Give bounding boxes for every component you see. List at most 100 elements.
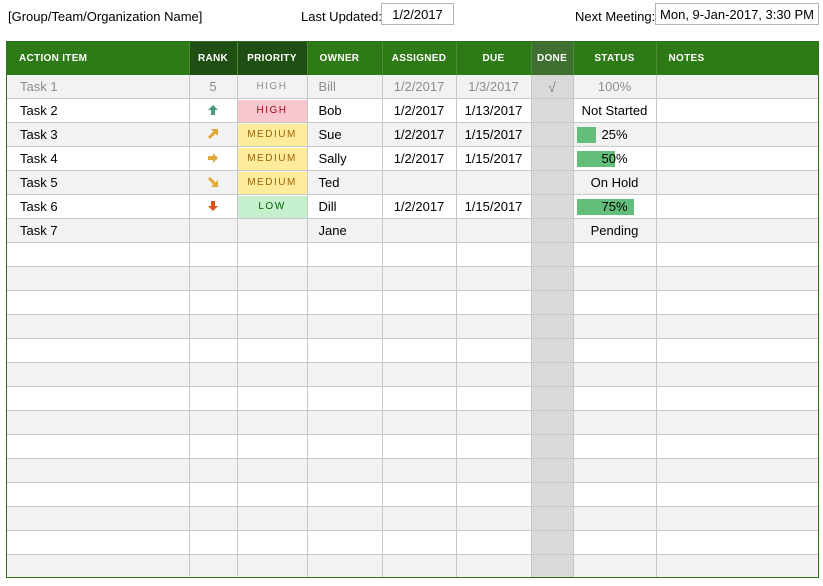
action-item-cell[interactable]	[7, 434, 190, 459]
due-cell[interactable]	[456, 314, 532, 339]
status-cell[interactable]: Not Started	[573, 98, 657, 123]
due-cell[interactable]: 1/15/2017	[456, 194, 532, 219]
rank-cell[interactable]: 5	[189, 75, 238, 99]
done-cell[interactable]: √	[531, 75, 574, 99]
status-cell[interactable]	[573, 554, 657, 577]
table-row[interactable]: Task 4 MEDIUM Sally 1/2/2017 1/15/2017 50%	[7, 146, 818, 171]
rank-cell[interactable]	[189, 362, 238, 387]
status-cell[interactable]	[573, 362, 657, 387]
priority-cell[interactable]	[237, 554, 308, 577]
action-item-cell[interactable]	[7, 338, 190, 363]
status-cell[interactable]	[573, 410, 657, 435]
assigned-cell[interactable]	[382, 458, 457, 483]
priority-cell[interactable]	[237, 338, 308, 363]
assigned-cell[interactable]	[382, 506, 457, 531]
priority-cell[interactable]	[237, 242, 308, 267]
table-row[interactable]: Task 5 MEDIUM Ted On Hold	[7, 170, 818, 195]
done-cell[interactable]	[531, 122, 574, 147]
table-row[interactable]	[7, 362, 818, 387]
action-item-cell[interactable]	[7, 314, 190, 339]
assigned-cell[interactable]	[382, 410, 457, 435]
notes-cell[interactable]	[656, 290, 818, 315]
last-updated-field[interactable]: 1/2/2017	[381, 3, 454, 25]
priority-cell[interactable]	[237, 386, 308, 411]
due-cell[interactable]: 1/13/2017	[456, 98, 532, 123]
col-due[interactable]: DUE	[456, 42, 532, 75]
assigned-cell[interactable]	[382, 290, 457, 315]
action-item-cell[interactable]	[7, 386, 190, 411]
rank-cell[interactable]	[189, 242, 238, 267]
rank-cell[interactable]	[189, 98, 238, 123]
rank-cell[interactable]	[189, 218, 238, 243]
priority-cell[interactable]: HIGH	[237, 98, 308, 123]
owner-cell[interactable]	[307, 290, 383, 315]
status-cell[interactable]	[573, 482, 657, 507]
rank-cell[interactable]	[189, 146, 238, 171]
status-cell[interactable]: 25%	[573, 122, 657, 147]
rank-cell[interactable]	[189, 434, 238, 459]
status-cell[interactable]: On Hold	[573, 170, 657, 195]
action-item-cell[interactable]	[7, 554, 190, 577]
priority-cell[interactable]	[237, 290, 308, 315]
table-row[interactable]	[7, 410, 818, 435]
col-rank[interactable]: RANK	[189, 42, 238, 75]
done-cell[interactable]	[531, 242, 574, 267]
owner-cell[interactable]	[307, 530, 383, 555]
status-cell[interactable]	[573, 290, 657, 315]
action-item-cell[interactable]: Task 7	[7, 218, 190, 243]
action-item-cell[interactable]: Task 3	[7, 122, 190, 147]
owner-cell[interactable]: Ted	[307, 170, 383, 195]
done-cell[interactable]	[531, 146, 574, 171]
notes-cell[interactable]	[656, 194, 818, 219]
assigned-cell[interactable]: 1/2/2017	[382, 122, 457, 147]
action-item-cell[interactable]	[7, 290, 190, 315]
notes-cell[interactable]	[656, 218, 818, 243]
done-cell[interactable]	[531, 314, 574, 339]
notes-cell[interactable]	[656, 242, 818, 267]
rank-cell[interactable]	[189, 458, 238, 483]
priority-cell[interactable]	[237, 434, 308, 459]
done-cell[interactable]	[531, 170, 574, 195]
table-row[interactable]: Task 7 Jane Pending	[7, 218, 818, 243]
due-cell[interactable]	[456, 482, 532, 507]
priority-cell[interactable]: MEDIUM	[237, 146, 308, 171]
action-item-cell[interactable]: Task 6	[7, 194, 190, 219]
notes-cell[interactable]	[656, 554, 818, 577]
due-cell[interactable]	[456, 266, 532, 291]
rank-cell[interactable]	[189, 482, 238, 507]
priority-cell[interactable]	[237, 218, 308, 243]
due-cell[interactable]	[456, 458, 532, 483]
status-cell[interactable]: 75%	[573, 194, 657, 219]
owner-cell[interactable]	[307, 386, 383, 411]
owner-cell[interactable]: Sally	[307, 146, 383, 171]
rank-cell[interactable]	[189, 266, 238, 291]
due-cell[interactable]	[456, 410, 532, 435]
assigned-cell[interactable]	[382, 314, 457, 339]
done-cell[interactable]	[531, 410, 574, 435]
done-cell[interactable]	[531, 458, 574, 483]
next-meeting-field[interactable]: Mon, 9-Jan-2017, 3:30 PM	[655, 3, 819, 25]
due-cell[interactable]	[456, 386, 532, 411]
col-notes[interactable]: NOTES	[656, 42, 818, 75]
col-action-item[interactable]: ACTION ITEM	[7, 42, 190, 75]
notes-cell[interactable]	[656, 410, 818, 435]
assigned-cell[interactable]	[382, 242, 457, 267]
table-row[interactable]: Task 1 5 HIGH Bill 1/2/2017 1/3/2017 √ 100%	[7, 75, 818, 99]
table-row[interactable]	[7, 242, 818, 267]
table-row[interactable]: Task 2 HIGH Bob 1/2/2017 1/13/2017 Not Starte…	[7, 98, 818, 123]
action-item-cell[interactable]: Task 2	[7, 98, 190, 123]
notes-cell[interactable]	[656, 146, 818, 171]
table-row[interactable]	[7, 482, 818, 507]
due-cell[interactable]	[456, 170, 532, 195]
table-row[interactable]	[7, 386, 818, 411]
assigned-cell[interactable]	[382, 170, 457, 195]
table-row[interactable]: Task 3 MEDIUM Sue 1/2/2017 1/15/2017 25%	[7, 122, 818, 147]
due-cell[interactable]	[456, 242, 532, 267]
assigned-cell[interactable]	[382, 482, 457, 507]
table-row[interactable]	[7, 530, 818, 555]
rank-cell[interactable]	[189, 386, 238, 411]
owner-cell[interactable]	[307, 506, 383, 531]
action-item-cell[interactable]	[7, 266, 190, 291]
priority-cell[interactable]	[237, 266, 308, 291]
due-cell[interactable]	[456, 506, 532, 531]
